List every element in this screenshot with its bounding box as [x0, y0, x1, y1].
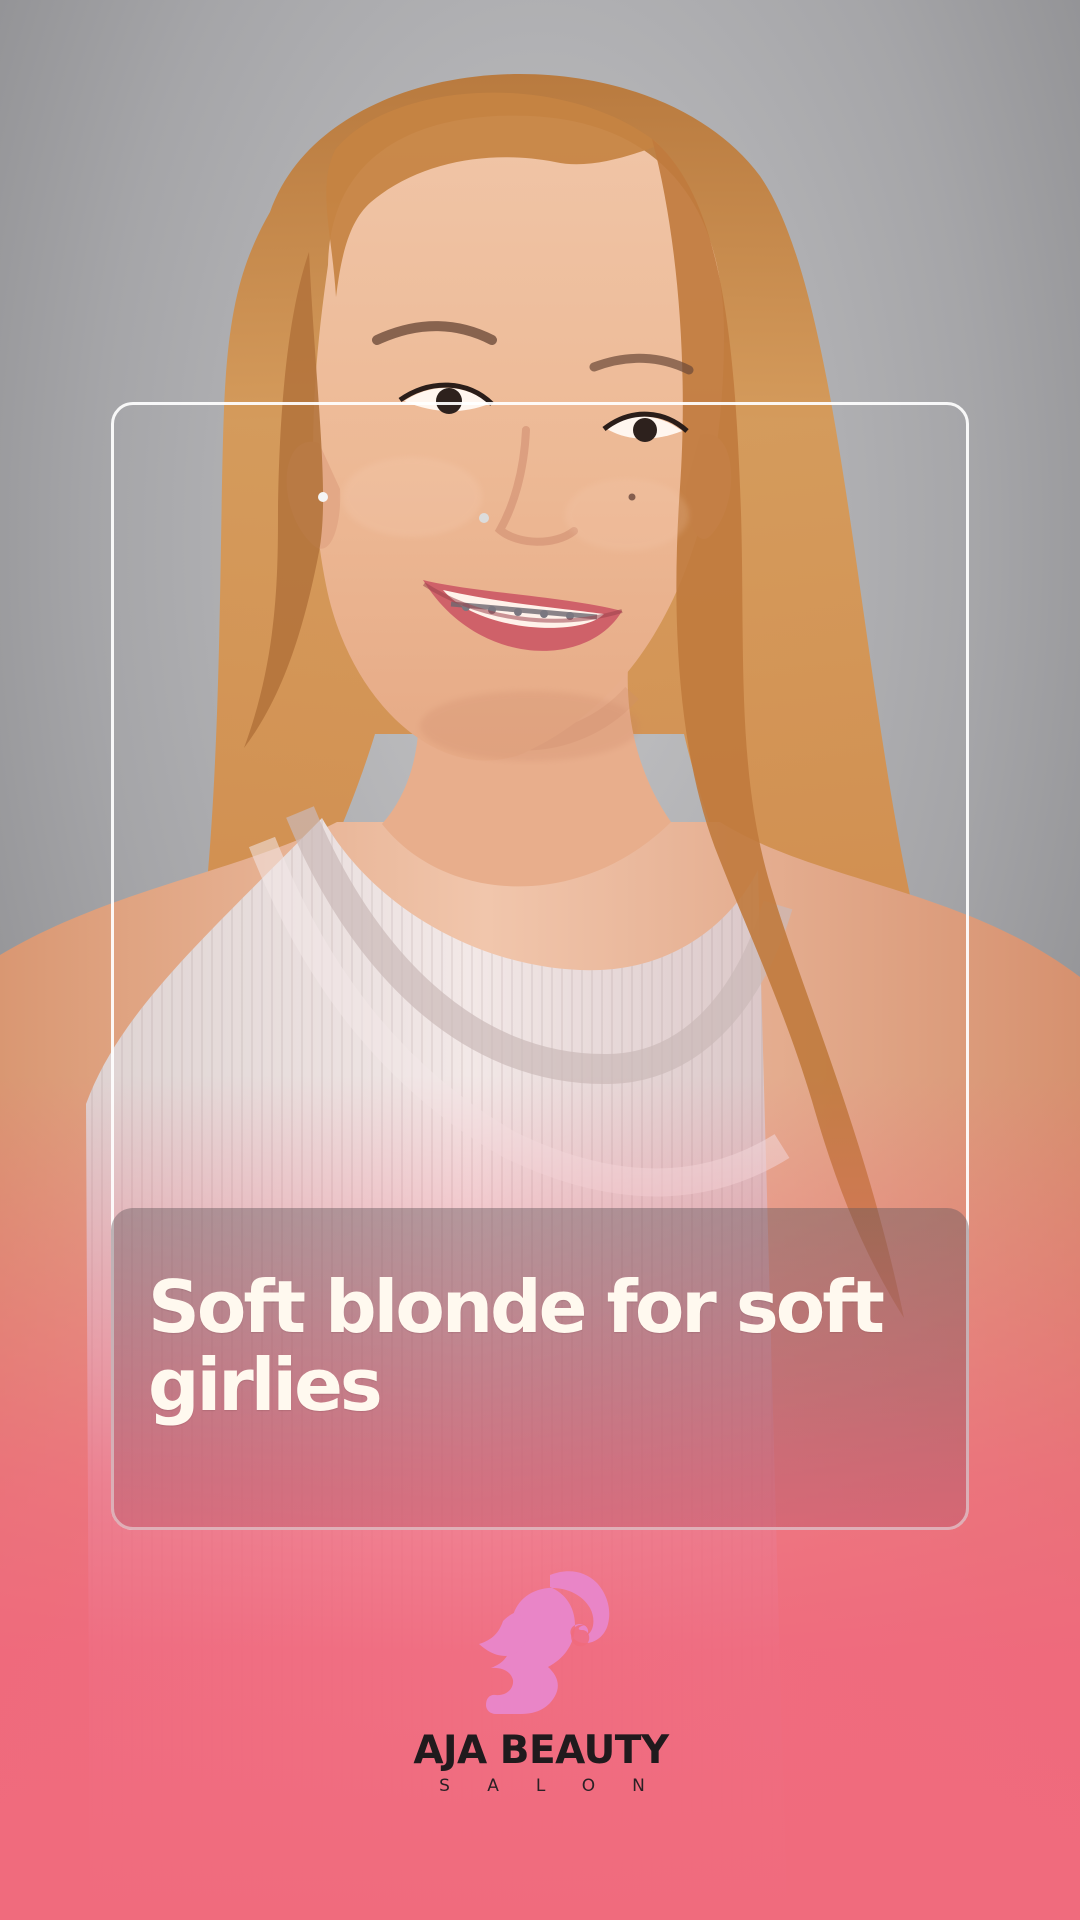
- brand-name: AJA BEAUTY: [413, 1728, 669, 1773]
- post-title: Soft blonde for soft girlies: [148, 1265, 885, 1427]
- brand-subtitle: SALON: [439, 1776, 682, 1796]
- woman-silhouette-ponytail-icon: [466, 1563, 616, 1714]
- social-post: Soft blonde for soft girlies AJA BEAUTY …: [0, 0, 1080, 1920]
